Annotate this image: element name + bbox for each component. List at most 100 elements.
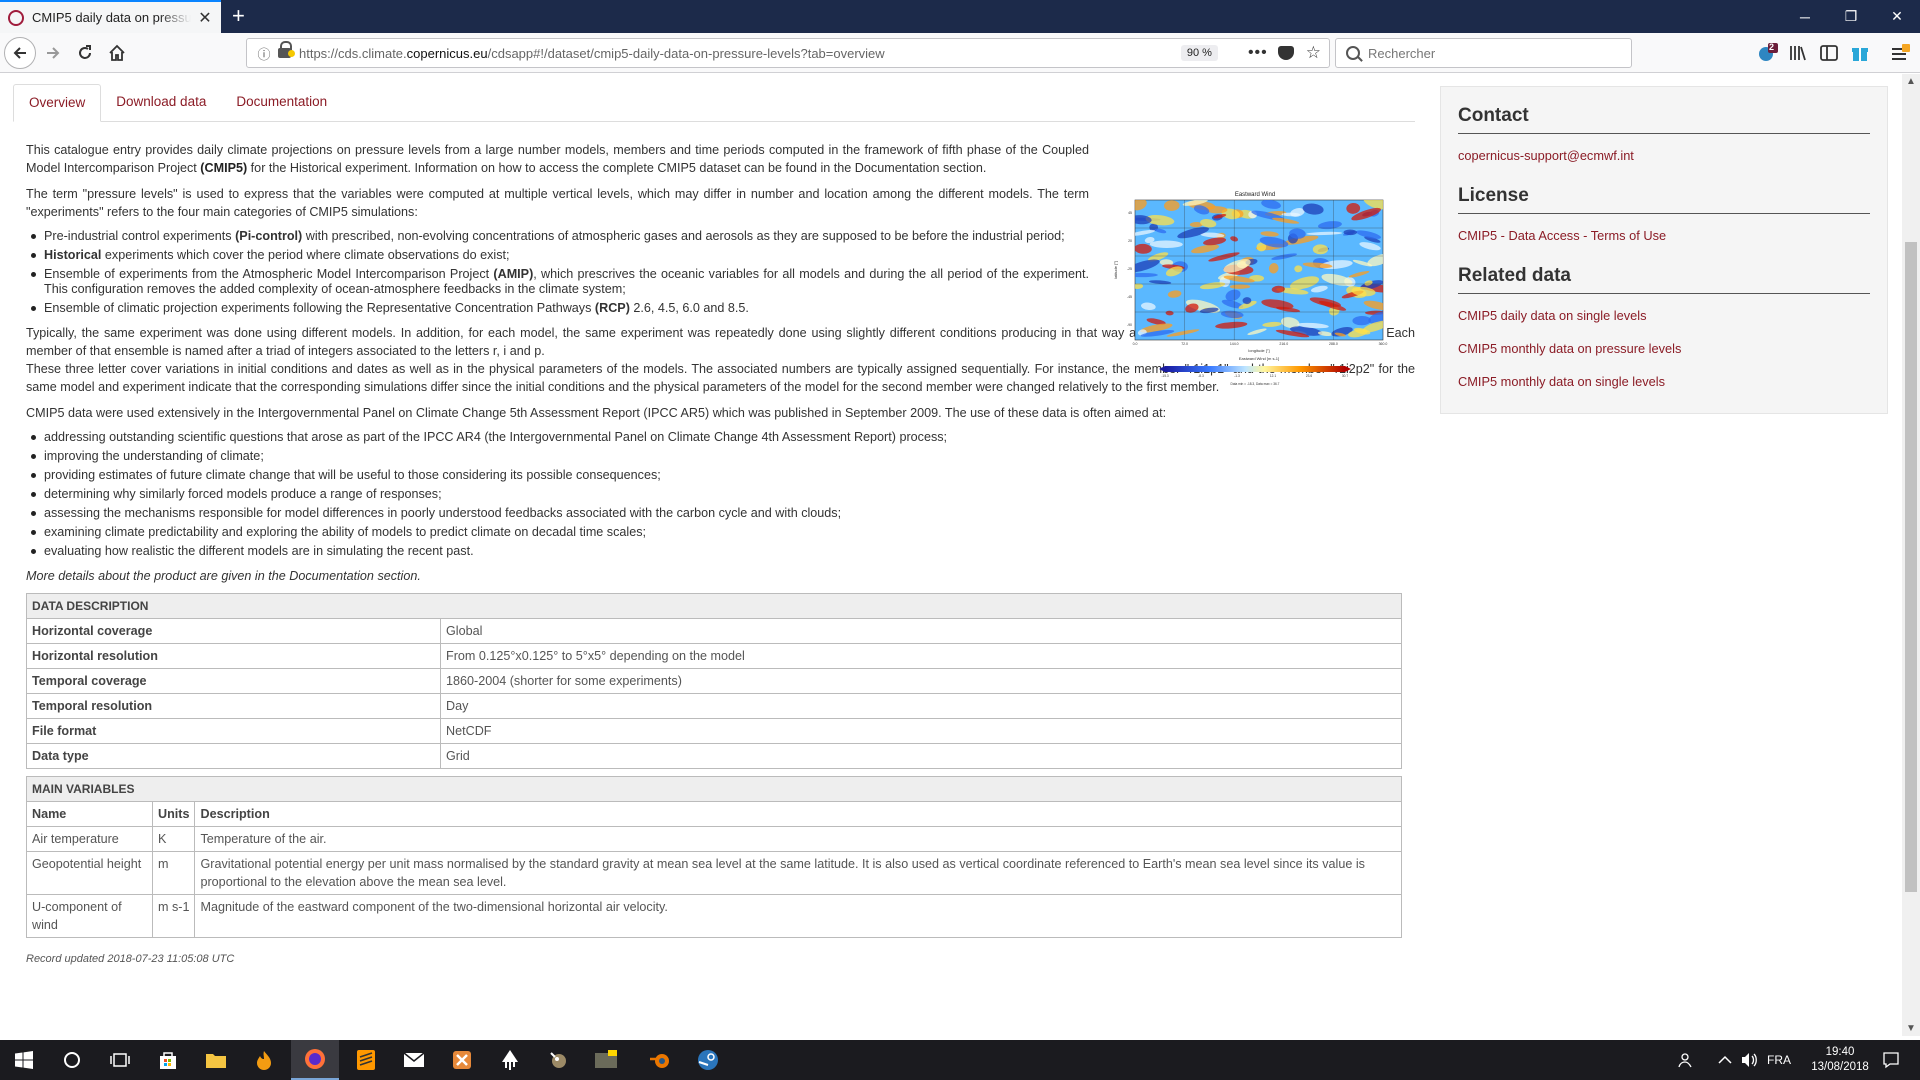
variable-description: Temperature of the air.: [194, 826, 1402, 852]
home-button[interactable]: [102, 38, 132, 68]
x-tick-label: 216.0: [1279, 342, 1288, 346]
browser-tab-title: CMIP5 daily data on pressure levels: [32, 10, 191, 25]
cortana-circle-icon: [64, 1052, 80, 1068]
action-center-icon[interactable]: [1882, 1040, 1900, 1080]
search-icon: [1346, 46, 1360, 60]
main-variables-header: MAIN VARIABLES: [26, 776, 1402, 802]
property-value: Global: [440, 618, 1402, 644]
task-view-button[interactable]: [96, 1040, 144, 1080]
colorbar-tick-label: -1.3: [1234, 374, 1240, 378]
people-icon[interactable]: [1678, 1040, 1696, 1080]
property-value: Grid: [440, 743, 1402, 769]
restore-window-button[interactable]: ❐: [1828, 0, 1874, 33]
scroll-thumb[interactable]: [1905, 242, 1917, 892]
table-row: Geopotential height m Gravitational potent…: [26, 851, 1402, 895]
scroll-up-arrow-icon[interactable]: ▲: [1902, 76, 1920, 87]
close-tab-icon[interactable]: ✕: [197, 8, 213, 28]
search-bar[interactable]: Rechercher: [1335, 38, 1632, 68]
clock[interactable]: 19:40 13/08/2018: [1808, 1040, 1872, 1080]
column-header-description: Description: [194, 801, 1402, 827]
overview-content: This catalogue entry provides daily clim…: [13, 122, 1415, 968]
page-scrollbar[interactable]: ▲ ▼: [1902, 74, 1920, 1036]
forward-button[interactable]: [38, 38, 68, 68]
gift-button[interactable]: [1849, 42, 1871, 64]
license-heading: License: [1458, 177, 1870, 214]
taskbar-steam[interactable]: [684, 1040, 732, 1080]
scroll-down-arrow-icon[interactable]: ▼: [1902, 1023, 1920, 1034]
related-link[interactable]: CMIP5 monthly data on pressure levels: [1458, 341, 1870, 356]
zoom-level-badge[interactable]: 90 %: [1180, 45, 1218, 61]
license-link[interactable]: CMIP5 - Data Access - Terms of Use: [1458, 228, 1870, 243]
x-tick-label: 0.0: [1133, 342, 1138, 346]
taskbar-sublime[interactable]: [342, 1040, 390, 1080]
taskbar-inkscape[interactable]: [486, 1040, 534, 1080]
tab-documentation[interactable]: Documentation: [221, 84, 342, 122]
taskbar-terminal[interactable]: [582, 1040, 630, 1080]
property-name: File format: [26, 718, 441, 744]
colorbar-ticks: -15.3 -8.3 -1.3 12.1 23.6 30.7: [1161, 374, 1348, 378]
browser-tab[interactable]: CMIP5 daily data on pressure levels ✕: [0, 0, 221, 33]
app-flame-icon: [257, 1051, 271, 1070]
intro-paragraph: This catalogue entry provides daily clim…: [26, 143, 1089, 175]
colorbar-tick-label: -8.3: [1198, 374, 1204, 378]
close-window-button[interactable]: ✕: [1874, 0, 1920, 33]
related-link[interactable]: CMIP5 monthly data on single levels: [1458, 374, 1870, 389]
start-button[interactable]: [0, 1040, 48, 1080]
new-tab-button[interactable]: +: [232, 4, 245, 28]
reload-button[interactable]: [70, 38, 100, 68]
dataset-main-column: Overview Download data Documentation Thi…: [13, 84, 1415, 968]
mail-envelope-icon: [403, 1052, 425, 1067]
tray-expand-chevron-icon[interactable]: [1718, 1040, 1732, 1080]
back-button[interactable]: [4, 37, 36, 69]
contact-email-link[interactable]: copernicus-support@ecmwf.int: [1458, 148, 1870, 163]
sidebar-toggle-button[interactable]: [1818, 42, 1840, 64]
table-row: Temporal coverage 1860-2004 (shorter for …: [26, 668, 1402, 694]
cortana-button[interactable]: [48, 1040, 96, 1080]
thumbnail-ylabel: latitude [°]: [1113, 261, 1118, 279]
pocket-icon[interactable]: [1277, 46, 1294, 60]
property-name: Temporal resolution: [26, 693, 441, 719]
variable-units: m: [151, 851, 196, 895]
library-button[interactable]: [1787, 42, 1809, 64]
taskbar-app-tools[interactable]: [438, 1040, 486, 1080]
taskbar-blender[interactable]: [636, 1040, 684, 1080]
tab-overview[interactable]: Overview: [13, 84, 102, 122]
taskbar-mail[interactable]: [390, 1040, 438, 1080]
taskbar-firefox[interactable]: [291, 1040, 339, 1080]
page-actions-menu-icon[interactable]: •••: [1248, 44, 1268, 62]
list-item: Historical experiments which cover the p…: [26, 248, 1089, 263]
insecure-lock-icon[interactable]: [277, 41, 295, 59]
x-axis-ticks: 0.0 72.0 144.0 216.0 288.0 360.0: [1133, 342, 1388, 346]
url-text[interactable]: https://cds.climate.copernicus.eu/cdsapp…: [299, 46, 1181, 61]
taskbar-store[interactable]: [144, 1040, 192, 1080]
taskbar-app[interactable]: [240, 1040, 288, 1080]
gimp-icon: [550, 1052, 566, 1068]
bookmark-star-icon[interactable]: ☆: [1306, 43, 1321, 63]
colorbar: [1165, 366, 1345, 372]
reload-icon: [79, 45, 91, 59]
tab-download-data[interactable]: Download data: [101, 84, 221, 122]
dataset-tabs: Overview Download data Documentation: [13, 84, 1415, 122]
menu-button[interactable]: [1888, 42, 1912, 64]
column-header-name: Name: [26, 801, 153, 827]
volume-icon[interactable]: [1740, 1040, 1758, 1080]
taskbar-explorer[interactable]: [192, 1040, 240, 1080]
minimize-window-button[interactable]: ─: [1782, 0, 1828, 33]
task-view-icon: [110, 1053, 130, 1067]
taskbar-gimp[interactable]: [534, 1040, 582, 1080]
property-name: Horizontal resolution: [26, 643, 441, 669]
variable-units: m s-1: [151, 894, 196, 938]
property-value: NetCDF: [440, 718, 1402, 744]
colorbar-tick-label: 12.1: [1270, 374, 1276, 378]
page-info-icon[interactable]: ⓘ: [253, 44, 275, 63]
contact-heading: Contact: [1458, 87, 1870, 134]
variable-name: Air temperature: [26, 826, 153, 852]
table-row: Air temperature K Temperature of the air.: [26, 826, 1402, 852]
address-bar[interactable]: ⓘ https://cds.climate.copernicus.eu/cdsa…: [246, 38, 1330, 68]
dataset-sidebar: Contact copernicus-support@ecmwf.int Lic…: [1440, 86, 1888, 414]
extension-badge-icon[interactable]: 2: [1756, 42, 1780, 64]
x-tick-label: 288.0: [1329, 342, 1338, 346]
input-language[interactable]: FRA: [1767, 1040, 1791, 1080]
colorbar-tick-label: 23.6: [1306, 374, 1312, 378]
related-link[interactable]: CMIP5 daily data on single levels: [1458, 308, 1870, 323]
